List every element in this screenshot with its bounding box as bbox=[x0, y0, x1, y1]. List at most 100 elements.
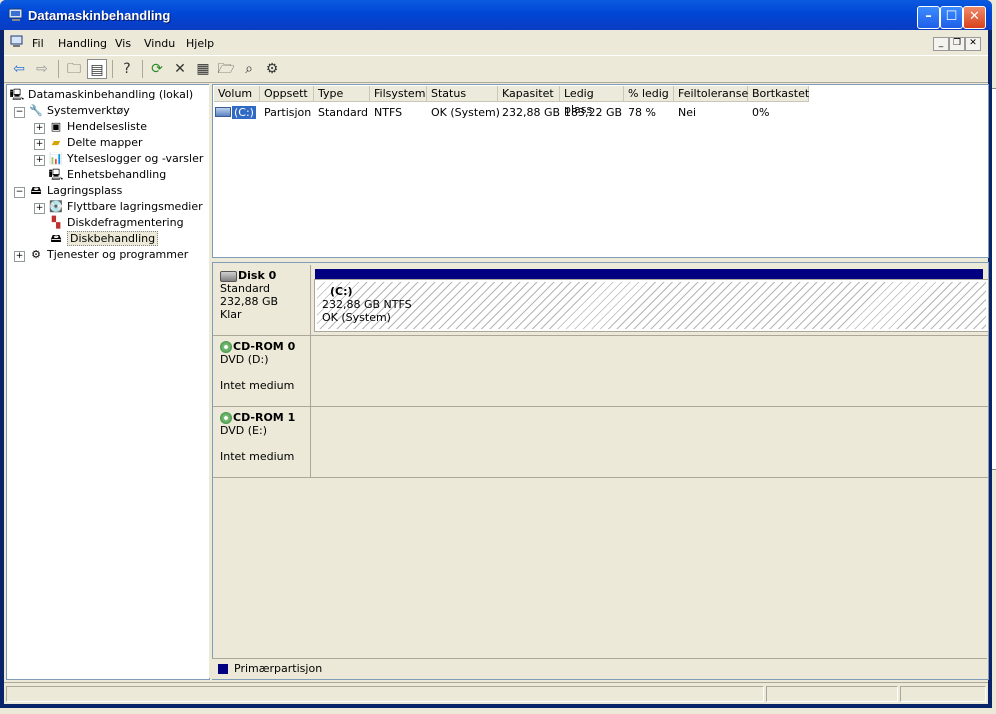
tree-item-lagringsplass[interactable]: 🖴 Lagringsplass bbox=[28, 183, 122, 199]
primary-partition-swatch bbox=[218, 664, 228, 674]
table-cell: Partisjon bbox=[264, 106, 312, 119]
menu-handling[interactable]: Handling bbox=[58, 37, 107, 50]
column-header-ledig-plass[interactable]: Ledig plass bbox=[560, 86, 624, 116]
maximize-button[interactable]: ☐ bbox=[940, 6, 963, 29]
expand-icon[interactable]: + bbox=[34, 123, 45, 134]
menu-vis[interactable]: Vis bbox=[115, 37, 131, 50]
column-header-oppsett[interactable]: Oppsett bbox=[260, 86, 314, 102]
tree-item-hendelsesliste[interactable]: ▣ Hendelsesliste bbox=[48, 119, 147, 135]
disk-info[interactable]: CD-ROM 0 DVD (D:) Intet medium bbox=[213, 336, 311, 406]
expand-icon[interactable]: + bbox=[34, 139, 45, 150]
disk-name: CD-ROM 1 bbox=[233, 411, 296, 424]
disk-size bbox=[220, 437, 310, 450]
tree-item-systemverktoy[interactable]: 🔧 Systemverktøy bbox=[28, 103, 130, 119]
tree-item-label: Lagringsplass bbox=[47, 184, 123, 197]
legend-bar: Primærpartisjon bbox=[212, 658, 987, 679]
menu-hjelp[interactable]: Hjelp bbox=[186, 37, 214, 50]
title-bar[interactable]: Datamaskinbehandling – ☐ ✕ bbox=[0, 0, 992, 30]
menu-fil[interactable]: Fil bbox=[32, 37, 44, 50]
mdi-restore-button[interactable]: ❐ bbox=[949, 37, 965, 51]
table-cell: (C:) bbox=[232, 105, 256, 121]
tree-item-ytelseslogger[interactable]: 📊 Ytelseslogger og -varsler bbox=[48, 151, 203, 167]
delete-icon[interactable]: ✕ bbox=[170, 59, 190, 79]
toolbar-separator bbox=[142, 60, 143, 78]
table-cell: 183,22 GB bbox=[564, 106, 623, 119]
tree-item-flyttbare[interactable]: 💽 Flyttbare lagringsmedier bbox=[48, 199, 203, 215]
mdi-close-button[interactable]: ✕ bbox=[965, 37, 981, 51]
column-header-kapasitet[interactable]: Kapasitet bbox=[498, 86, 560, 102]
disk-row[interactable]: Disk 0 Standard 232,88 GB Klar (C:) 232,… bbox=[213, 265, 989, 336]
app-window: Datamaskinbehandling – ☐ ✕ Fil Handling … bbox=[0, 0, 992, 708]
computer-icon bbox=[8, 8, 23, 21]
partition-block[interactable]: (C:) 232,88 GB NTFS OK (System) bbox=[314, 279, 989, 332]
menu-bar: Fil Handling Vis Vindu Hjelp _ ❐ ✕ bbox=[4, 30, 988, 54]
disk-info[interactable]: Disk 0 Standard 232,88 GB Klar bbox=[213, 265, 311, 335]
disk-size bbox=[220, 366, 310, 379]
collapse-icon[interactable]: − bbox=[14, 107, 25, 118]
tree-item-label: Flyttbare lagringsmedier bbox=[67, 200, 203, 213]
toolbar: ⇦ ⇨ 🗀 ▤ ? ⟳ ✕ ▦ 🗁 ⌕ ⚙ bbox=[4, 55, 988, 83]
expand-icon[interactable]: + bbox=[34, 203, 45, 214]
disk-row[interactable]: CD-ROM 0 DVD (D:) Intet medium bbox=[213, 336, 988, 407]
expand-icon[interactable]: + bbox=[14, 251, 25, 262]
cd-rom-icon bbox=[220, 412, 232, 424]
refresh-icon[interactable]: ⟳ bbox=[147, 59, 167, 79]
device-manager-icon: 🖳 bbox=[48, 168, 64, 181]
settings-icon[interactable]: ⚙ bbox=[262, 59, 282, 79]
menu-vindu[interactable]: Vindu bbox=[144, 37, 175, 50]
disk-management-icon: 🖴 bbox=[50, 232, 62, 245]
app-menu-icon[interactable] bbox=[10, 35, 24, 48]
tree-item-delte-mapper[interactable]: ▰ Delte mapper bbox=[48, 135, 143, 151]
event-viewer-icon: ▣ bbox=[50, 120, 62, 133]
tree-item-enhetsbehandling[interactable]: 🖳 Enhetsbehandling bbox=[48, 167, 167, 183]
toolbar-separator bbox=[58, 60, 59, 78]
column-header-volum[interactable]: Volum bbox=[214, 86, 260, 102]
disk-state: Intet medium bbox=[220, 379, 295, 392]
column-header-filsystem[interactable]: Filsystem bbox=[370, 86, 427, 102]
column-header-status[interactable]: Status bbox=[427, 86, 498, 102]
forward-arrow-icon[interactable]: ⇨ bbox=[32, 59, 52, 79]
column-header-feiltoleranse[interactable]: Feiltoleranse bbox=[674, 86, 748, 102]
column-header-prosent-ledig[interactable]: % ledig bbox=[624, 86, 674, 102]
tree-item-diskbehandling[interactable]: 🖴 Diskbehandling bbox=[48, 231, 159, 247]
back-arrow-icon[interactable]: ⇦ bbox=[9, 59, 29, 79]
tree-item-diskdefrag[interactable]: ▚ Diskdefragmentering bbox=[48, 215, 184, 231]
tools-icon: 🔧 bbox=[29, 104, 43, 117]
tree-item-label: Diskbehandling bbox=[67, 231, 159, 246]
disk-name: Disk 0 bbox=[238, 269, 277, 282]
toolbar-separator bbox=[112, 60, 113, 78]
disk-state: Klar bbox=[220, 308, 242, 321]
disk-size: 232,88 GB bbox=[220, 295, 279, 308]
disk-state: Intet medium bbox=[220, 450, 295, 463]
volume-list: Volum Oppsett Type Filsystem Status Kapa… bbox=[212, 84, 989, 258]
collapse-icon[interactable]: − bbox=[14, 187, 25, 198]
column-header-type[interactable]: Type bbox=[314, 86, 370, 102]
close-button[interactable]: ✕ bbox=[963, 6, 986, 29]
properties-icon[interactable]: ▦ bbox=[193, 59, 213, 79]
open-folder-icon[interactable]: 🗁 bbox=[216, 59, 236, 79]
volume-name: (C:) bbox=[232, 106, 256, 119]
up-folder-icon[interactable]: 🗀 bbox=[64, 59, 84, 79]
partition-label: (C:) bbox=[330, 285, 353, 298]
window-title: Datamaskinbehandling bbox=[28, 8, 171, 23]
tree-item-tjenester[interactable]: ⚙ Tjenester og programmer bbox=[28, 247, 188, 263]
tree-item-label: Tjenester og programmer bbox=[47, 248, 189, 261]
disk-type: DVD (D:) bbox=[220, 353, 269, 366]
disk-row[interactable]: CD-ROM 1 DVD (E:) Intet medium bbox=[213, 407, 988, 478]
help-icon[interactable]: ? bbox=[117, 59, 137, 79]
tree-item-root[interactable]: 🖳 Datamaskinbehandling (lokal) bbox=[9, 87, 194, 103]
show-hide-tree-icon[interactable]: ▤ bbox=[87, 59, 107, 79]
disk-info[interactable]: CD-ROM 1 DVD (E:) Intet medium bbox=[213, 407, 311, 477]
disk-name: CD-ROM 0 bbox=[233, 340, 296, 353]
table-cell: 78 % bbox=[628, 106, 656, 119]
storage-icon: 🖴 bbox=[30, 184, 42, 197]
tree-item-label: Ytelseslogger og -varsler bbox=[67, 152, 204, 165]
mdi-minimize-button[interactable]: _ bbox=[933, 37, 949, 51]
minimize-button[interactable]: – bbox=[917, 6, 940, 29]
disk-type: DVD (E:) bbox=[220, 424, 268, 437]
partition-status: OK (System) bbox=[322, 311, 391, 324]
search-icon[interactable]: ⌕ bbox=[239, 59, 259, 79]
expand-icon[interactable]: + bbox=[34, 155, 45, 166]
column-header-bortkastet[interactable]: Bortkastet bbox=[748, 86, 809, 102]
disk-graphical-view: Disk 0 Standard 232,88 GB Klar (C:) 232,… bbox=[212, 262, 989, 680]
